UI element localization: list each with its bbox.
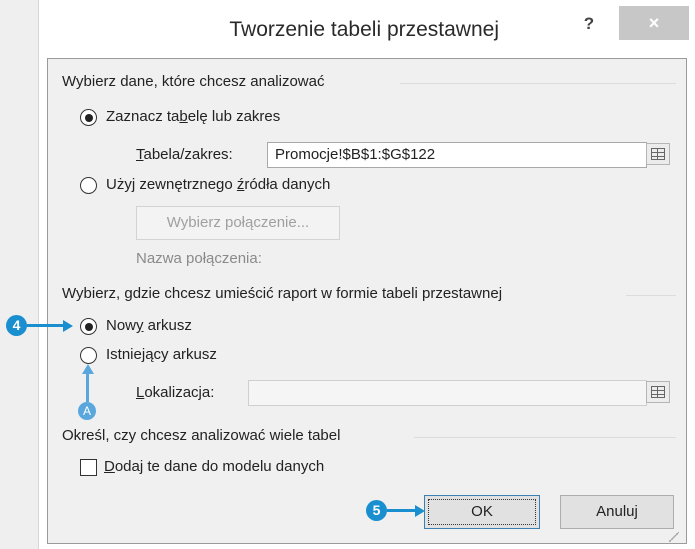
callout-step-5: 5 xyxy=(366,500,387,521)
resize-grip-icon[interactable] xyxy=(669,532,679,542)
accel-key: b xyxy=(179,108,188,125)
group-label-multiple-tables: Określ, czy chcesz analizować wiele tabe… xyxy=(62,427,341,444)
data-model-checkbox[interactable] xyxy=(80,459,97,476)
accel-key: D xyxy=(104,458,115,475)
group-divider xyxy=(626,295,676,296)
label-part: Now xyxy=(106,317,137,334)
callout-arrow-head xyxy=(63,319,73,332)
label-part: Zaznacz ta xyxy=(106,108,180,125)
range-picker-icon xyxy=(651,148,665,160)
table-range-input[interactable]: Promocje!$B$1:$G$122 xyxy=(267,142,647,168)
choose-connection-button[interactable]: Wybierz połączenie... xyxy=(136,206,340,240)
location-label: Lokalizacja: xyxy=(136,384,214,401)
radio-new-worksheet-label[interactable]: Nowy arkusz xyxy=(106,317,192,334)
accel-key: y xyxy=(136,317,144,334)
callout-arrow-line xyxy=(387,509,417,512)
focus-rectangle xyxy=(428,499,536,525)
callout-arrow-line xyxy=(27,324,65,327)
radio-existing-worksheet-label[interactable]: Istniejący arkusz xyxy=(106,346,217,363)
label-part: okalizacja: xyxy=(144,384,215,401)
callout-arrow-head xyxy=(415,504,425,517)
background-left-strip xyxy=(0,0,38,549)
location-picker-button[interactable] xyxy=(646,381,670,403)
label-part: arkusz xyxy=(143,317,192,334)
group-label-location: Wybierz, gdzie chcesz umieścić raport w … xyxy=(62,285,503,302)
radio-existing-worksheet[interactable] xyxy=(80,347,97,364)
radio-external-source-label[interactable]: Użyj zewnętrznego źródła danych xyxy=(106,176,330,193)
close-button[interactable]: × xyxy=(619,6,689,40)
dialog-titlebar: Tworzenie tabeli przestawnej ? × xyxy=(39,0,695,58)
cancel-button[interactable]: Anuluj xyxy=(560,495,674,529)
table-range-label: Tabela/zakres: xyxy=(136,146,233,163)
label-part: ródła danych xyxy=(244,176,331,193)
group-label-choose-data: Wybierz dane, które chcesz analizować xyxy=(62,73,325,90)
group-divider xyxy=(400,83,676,84)
label-part: elę lub zakres xyxy=(187,108,281,125)
label-part: odaj te dane do modelu danych xyxy=(114,458,325,475)
label-part: Użyj zewnętrznego xyxy=(106,176,237,193)
data-model-checkbox-label[interactable]: Dodaj te dane do modelu danych xyxy=(104,458,324,475)
location-input[interactable] xyxy=(248,380,647,406)
connection-name-label: Nazwa połączenia: xyxy=(136,250,262,267)
help-button[interactable]: ? xyxy=(577,12,601,36)
location-picker-icon xyxy=(651,386,665,398)
callout-a: A xyxy=(78,402,96,420)
radio-selected-dot xyxy=(84,322,93,331)
callout-step-4: 4 xyxy=(6,315,27,336)
radio-new-worksheet[interactable] xyxy=(80,318,97,335)
callout-arrow-head xyxy=(81,364,94,374)
label-part: ący arkusz xyxy=(145,346,217,363)
accel-key: T xyxy=(136,146,144,163)
group-divider xyxy=(414,437,676,438)
ok-button[interactable]: OK xyxy=(424,495,540,529)
pivot-table-dialog: Tworzenie tabeli przestawnej ? × Wybierz… xyxy=(39,0,695,549)
radio-selected-dot xyxy=(84,113,93,122)
radio-select-table[interactable] xyxy=(80,109,97,126)
dialog-title: Tworzenie tabeli przestawnej xyxy=(229,18,499,41)
range-picker-button[interactable] xyxy=(646,143,670,165)
dialog-content: Wybierz dane, które chcesz analizować Za… xyxy=(47,58,687,544)
label-part: abela/zakres: xyxy=(143,146,233,163)
radio-external-source[interactable] xyxy=(80,177,97,194)
radio-select-table-label[interactable]: Zaznacz tabelę lub zakres xyxy=(106,108,280,125)
label-part: Istnie xyxy=(106,346,142,363)
callout-arrow-line xyxy=(86,372,89,402)
